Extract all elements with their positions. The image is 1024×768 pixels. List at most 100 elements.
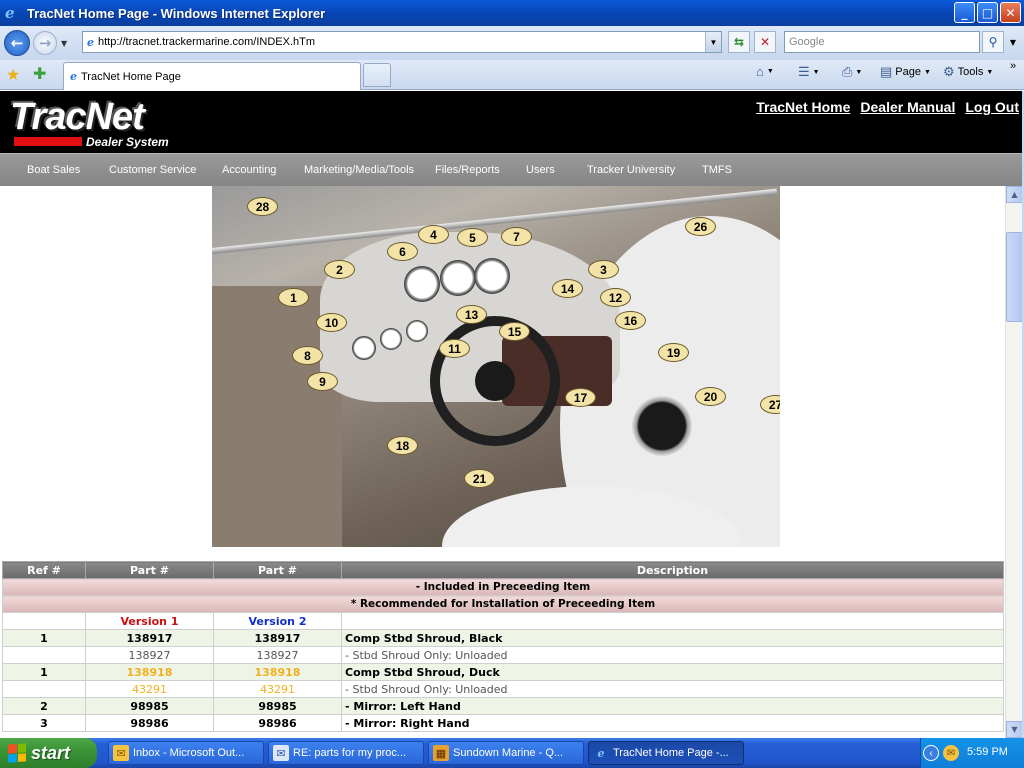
row-part-v1[interactable]: 138918 bbox=[85, 663, 214, 681]
print-icon: ⎙ bbox=[842, 64, 853, 79]
back-arrow-icon: ← bbox=[10, 34, 24, 52]
callout-8: 8 bbox=[292, 346, 323, 365]
scroll-up-button[interactable]: ▲ bbox=[1006, 186, 1023, 203]
task-sundown[interactable]: ▦ Sundown Marine - Q... bbox=[428, 741, 584, 765]
close-button[interactable]: ✕ bbox=[1000, 2, 1021, 23]
start-button[interactable]: start bbox=[0, 738, 97, 768]
refresh-button[interactable]: ⇆ bbox=[728, 31, 750, 53]
photo-steering-wheel bbox=[430, 316, 560, 446]
parts-table: Ref # Part # Part # Description - Includ… bbox=[2, 561, 1004, 732]
forward-button[interactable]: → bbox=[33, 31, 57, 55]
content-area: 28 4 5 7 6 26 2 3 1 14 12 13 16 10 15 11… bbox=[0, 186, 1005, 738]
window-titlebar: e TracNet Home Page - Windows Internet E… bbox=[0, 0, 1024, 26]
command-overflow[interactable]: » bbox=[1010, 60, 1016, 72]
page-menu-icon: ▤ bbox=[880, 64, 893, 79]
row-ref bbox=[2, 646, 86, 664]
callout-14: 14 bbox=[552, 279, 583, 298]
dashboard-parts-photo: 28 4 5 7 6 26 2 3 1 14 12 13 16 10 15 11… bbox=[212, 186, 780, 547]
maximize-button[interactable]: □ bbox=[977, 2, 998, 23]
note-recommended: * Recommended for Installation of Precee… bbox=[2, 595, 1004, 613]
new-tab-button[interactable] bbox=[363, 63, 391, 87]
callout-12: 12 bbox=[600, 288, 631, 307]
photo-gauge bbox=[474, 258, 510, 294]
history-dropdown-icon[interactable]: ▼ bbox=[61, 39, 71, 48]
table-row: 43291 43291 - Stbd Shroud Only: Unloaded bbox=[2, 680, 1004, 698]
row-part-v1[interactable]: 98985 bbox=[85, 697, 214, 715]
task-tracnet[interactable]: e TracNet Home Page -... bbox=[588, 741, 744, 765]
address-dropdown-button[interactable]: ▼ bbox=[705, 32, 721, 52]
site-header: TracNet Dealer System TracNet Home Deale… bbox=[0, 91, 1024, 153]
page-viewport: TracNet Dealer System TracNet Home Deale… bbox=[0, 91, 1024, 738]
menu-boat-sales[interactable]: Boat Sales bbox=[27, 164, 80, 176]
row-part-v1[interactable]: 138917 bbox=[85, 629, 214, 647]
scroll-down-button[interactable]: ▼ bbox=[1006, 721, 1023, 738]
callout-19: 19 bbox=[658, 343, 689, 362]
minimize-button[interactable]: _ bbox=[954, 2, 975, 23]
menu-files-reports[interactable]: Files/Reports bbox=[435, 164, 500, 176]
callout-7: 7 bbox=[501, 227, 532, 246]
row-part-v2[interactable]: 138917 bbox=[213, 629, 342, 647]
back-button[interactable]: ← bbox=[4, 30, 30, 56]
row-part-v1[interactable]: 138927 bbox=[85, 646, 214, 664]
callout-15: 15 bbox=[499, 322, 530, 341]
task-label: RE: parts for my proc... bbox=[293, 747, 407, 759]
task-email[interactable]: ✉ RE: parts for my proc... bbox=[268, 741, 424, 765]
home-button[interactable]: ⌂ ▼ bbox=[756, 64, 774, 79]
start-label: start bbox=[31, 742, 71, 763]
tab-bar: ★ ✚ e TracNet Home Page ⌂ ▼ ☰ ▼ ⎙ ▼ ▤ Page ▼ … bbox=[0, 60, 1024, 90]
callout-2: 2 bbox=[324, 260, 355, 279]
vertical-scrollbar[interactable]: ▲ ▼ bbox=[1005, 186, 1023, 738]
page-menu[interactable]: ▤ Page ▼ bbox=[880, 64, 931, 80]
tab-label: TracNet Home Page bbox=[81, 70, 181, 83]
row-part-v2[interactable]: 98985 bbox=[213, 697, 342, 715]
table-row: 138927 138927 - Stbd Shroud Only: Unload… bbox=[2, 646, 1004, 664]
tracnet-home-link[interactable]: TracNet Home bbox=[756, 99, 850, 115]
row-part-v2[interactable]: 43291 bbox=[213, 680, 342, 698]
favorites-star-icon[interactable]: ★ bbox=[6, 65, 20, 84]
task-label: Sundown Marine - Q... bbox=[453, 747, 564, 759]
row-part-v1[interactable]: 43291 bbox=[85, 680, 214, 698]
feeds-button[interactable]: ☰ ▼ bbox=[798, 64, 820, 80]
add-favorite-icon[interactable]: ✚ bbox=[33, 64, 46, 83]
ie-task-icon: e bbox=[597, 746, 605, 760]
tray-outlook-icon[interactable]: ✉ bbox=[943, 745, 959, 761]
app-icon: ▦ bbox=[433, 745, 449, 761]
menu-customer-service[interactable]: Customer Service bbox=[109, 164, 196, 176]
row-part-v2[interactable]: 98986 bbox=[213, 714, 342, 732]
callout-13: 13 bbox=[456, 305, 487, 324]
version-ref-blank bbox=[2, 612, 86, 630]
tray-arrow-icon[interactable]: ‹ bbox=[923, 745, 939, 761]
row-part-v2[interactable]: 138927 bbox=[213, 646, 342, 664]
stop-icon: ✕ bbox=[759, 35, 771, 49]
tools-menu[interactable]: ⚙ Tools ▼ bbox=[943, 64, 993, 80]
log-out-link[interactable]: Log Out bbox=[965, 99, 1019, 115]
search-input[interactable]: Google bbox=[784, 31, 980, 53]
row-part-v2[interactable]: 138918 bbox=[213, 663, 342, 681]
print-button[interactable]: ⎙ ▼ bbox=[842, 64, 862, 80]
gear-icon: ⚙ bbox=[943, 64, 955, 79]
callout-28: 28 bbox=[247, 197, 278, 216]
logo-subtitle: Dealer System bbox=[86, 135, 169, 149]
callout-17: 17 bbox=[565, 388, 596, 407]
menu-tmfs[interactable]: TMFS bbox=[702, 164, 732, 176]
search-button[interactable]: ⚲ bbox=[982, 31, 1004, 53]
tab-tracnet-home[interactable]: e TracNet Home Page bbox=[63, 62, 361, 90]
tracnet-logo[interactable]: TracNet Dealer System bbox=[10, 97, 169, 149]
photo-gauge bbox=[352, 336, 376, 360]
task-outlook[interactable]: ✉ Inbox - Microsoft Out... bbox=[108, 741, 264, 765]
menu-tracker-university[interactable]: Tracker University bbox=[587, 164, 675, 176]
callout-4: 4 bbox=[418, 225, 449, 244]
stop-button[interactable]: ✕ bbox=[754, 31, 776, 53]
row-part-v1[interactable]: 98986 bbox=[85, 714, 214, 732]
parts-table-header: Ref # Part # Part # Description bbox=[2, 561, 1004, 579]
menu-accounting[interactable]: Accounting bbox=[222, 164, 276, 176]
dealer-manual-link[interactable]: Dealer Manual bbox=[860, 99, 955, 115]
scroll-thumb[interactable] bbox=[1006, 232, 1023, 322]
callout-26: 26 bbox=[685, 217, 716, 236]
address-text[interactable]: http://tracnet.trackermarine.com/INDEX.h… bbox=[98, 36, 315, 48]
address-bar[interactable]: e http://tracnet.trackermarine.com/INDEX… bbox=[82, 31, 722, 53]
search-options-dropdown[interactable]: ▼ bbox=[1006, 31, 1020, 53]
menu-marketing[interactable]: Marketing/Media/Tools bbox=[304, 164, 414, 176]
menu-users[interactable]: Users bbox=[526, 164, 555, 176]
row-ref: 1 bbox=[2, 663, 86, 681]
